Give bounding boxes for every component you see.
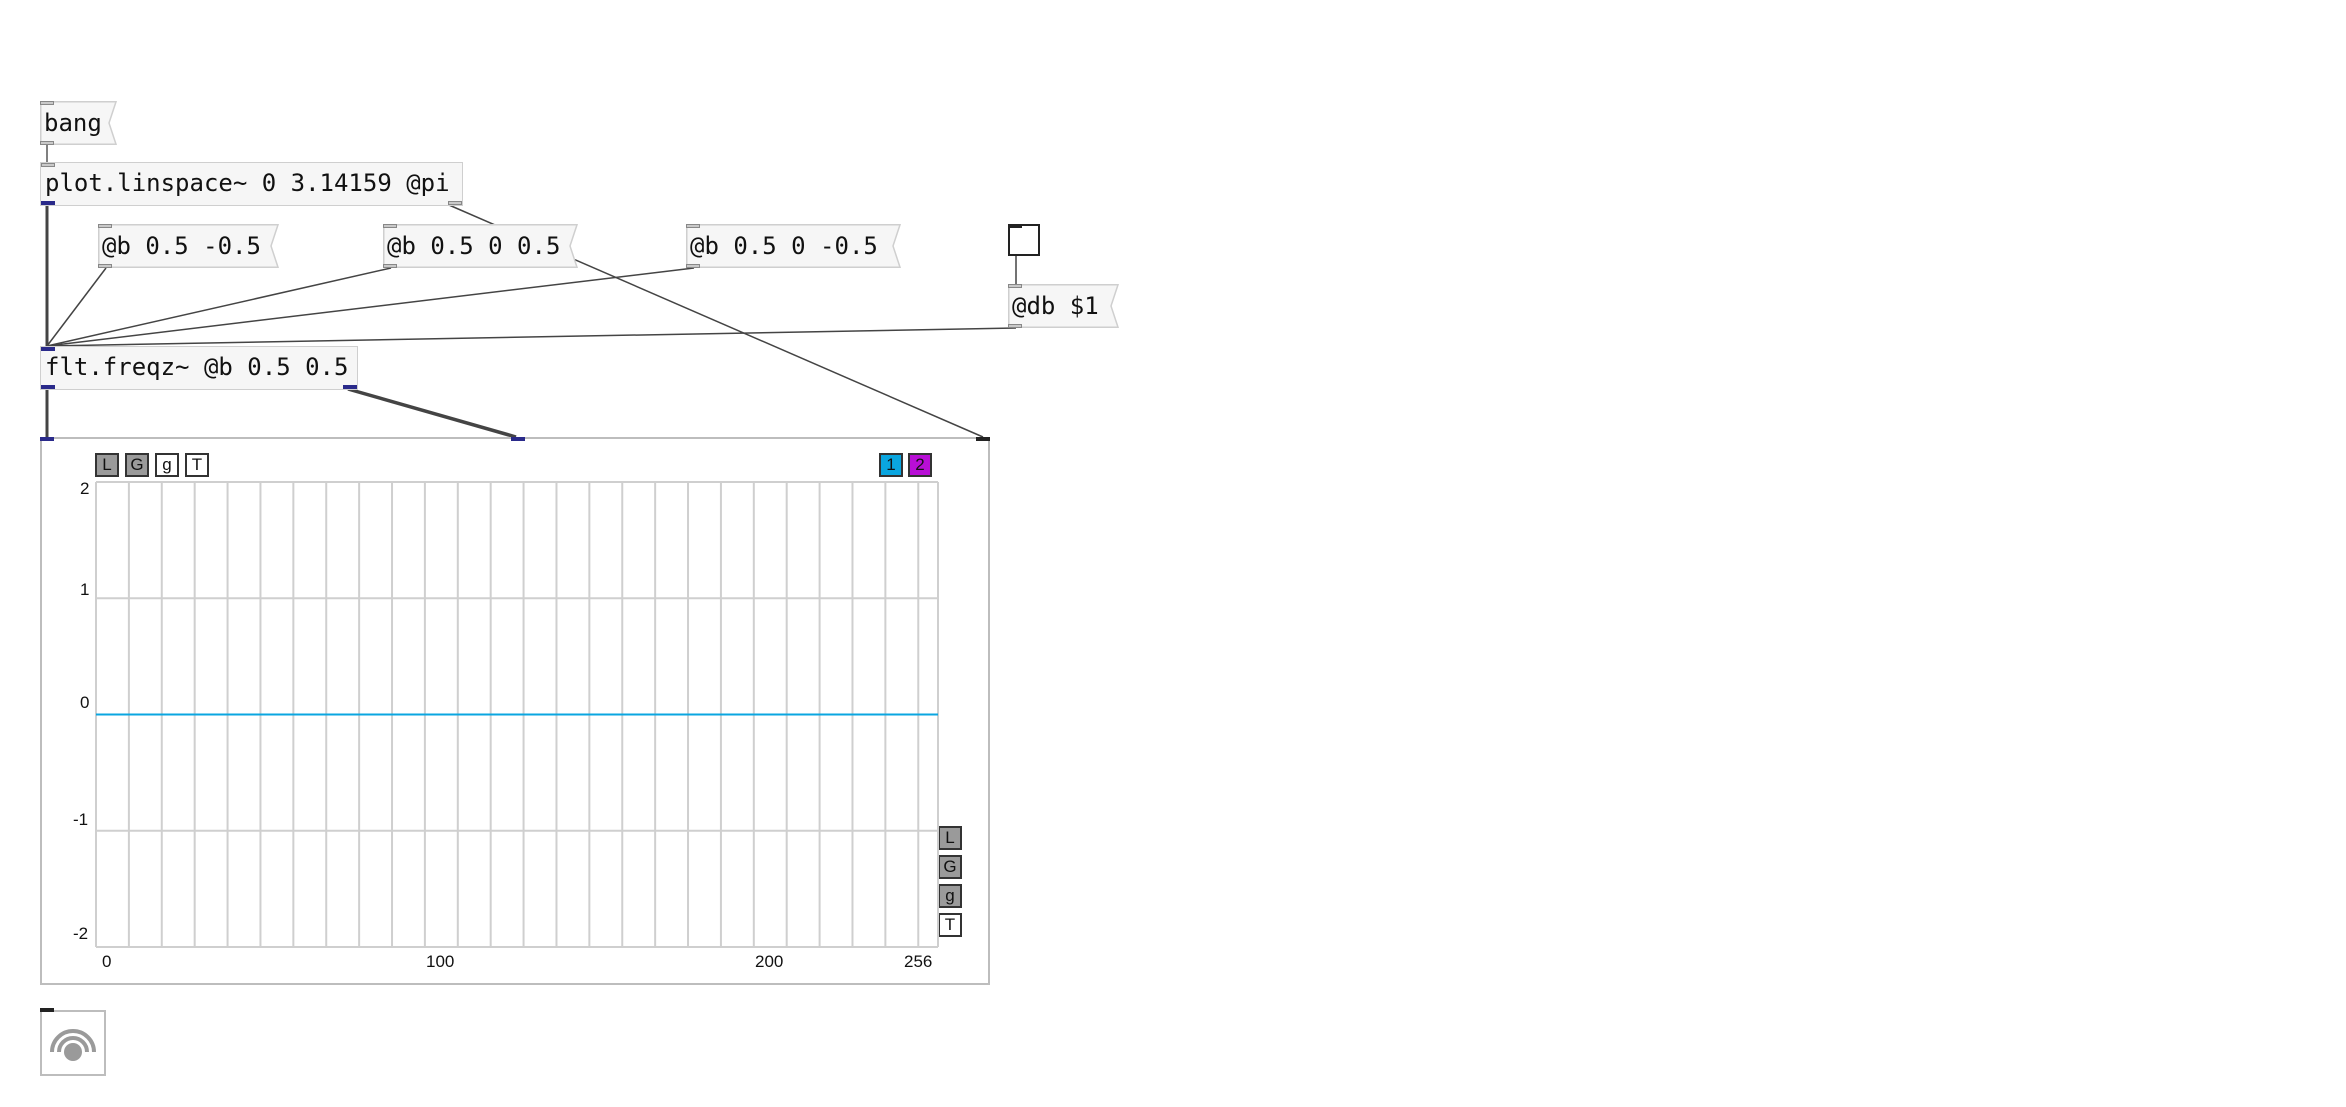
coef-message-3-label: @b 0.5 0 -0.5	[690, 232, 878, 260]
x-tick-label: 256	[904, 952, 933, 971]
cord-coef2-freqz	[46, 267, 392, 347]
cord-coef3-freqz	[46, 267, 695, 347]
channel-2-button[interactable]: 2	[908, 453, 932, 477]
channel-1-button[interactable]: 1	[879, 453, 903, 477]
speaker-object[interactable]	[40, 1008, 106, 1076]
y-tick-label: 0	[80, 693, 90, 712]
inlet[interactable]	[686, 224, 700, 228]
inlet[interactable]	[41, 163, 55, 167]
cord-freqz-plot-right	[347, 387, 517, 439]
freqz-object-label: flt.freqz~ @b 0.5 0.5	[45, 353, 349, 381]
inlet-3[interactable]	[976, 437, 990, 441]
outlet[interactable]	[383, 264, 397, 268]
coef-message-2[interactable]: @b 0.5 0 0.5	[383, 224, 579, 268]
x-tick-label: 100	[426, 952, 455, 971]
bang-message-label: bang	[44, 109, 102, 137]
y-tick-label: 1	[80, 580, 90, 599]
coef-message-1[interactable]: @b 0.5 -0.5	[98, 224, 280, 268]
inlet[interactable]	[40, 101, 54, 105]
signal-inlet-1[interactable]	[40, 437, 54, 441]
db-message[interactable]: @db $1	[1008, 284, 1120, 328]
x-tick-label: 200	[755, 952, 784, 971]
signal-outlet-left[interactable]	[41, 385, 55, 389]
plot-area	[95, 481, 939, 948]
toolbar-top-L-button[interactable]: L	[95, 453, 119, 477]
y-tick-label: -2	[73, 924, 89, 943]
outlet[interactable]	[448, 201, 462, 205]
toolbar-side-L-button[interactable]: L	[938, 826, 962, 850]
inlet[interactable]	[383, 224, 397, 228]
cord-db-freqz	[46, 327, 1017, 347]
toolbar-top-T-button[interactable]: T	[185, 453, 209, 477]
toolbar-top-g-button[interactable]: g	[155, 453, 179, 477]
speaker-icon	[50, 1029, 96, 1061]
y-tick-label: -1	[73, 810, 89, 829]
inlet[interactable]	[98, 224, 112, 228]
db-toggle[interactable]	[1008, 224, 1040, 256]
toolbar-side-g-button[interactable]: g	[938, 884, 962, 908]
outlet[interactable]	[1008, 324, 1022, 328]
linspace-object[interactable]: plot.linspace~ 0 3.14159 @pi	[40, 162, 463, 206]
signal-inlet-2[interactable]	[511, 437, 525, 441]
toolbar-side-G-button[interactable]: G	[938, 855, 962, 879]
inlet[interactable]	[1008, 284, 1022, 288]
y-tick-label: 2	[80, 479, 90, 498]
db-message-label: @db $1	[1012, 292, 1099, 320]
coef-message-1-label: @b 0.5 -0.5	[102, 232, 261, 260]
coef-message-2-label: @b 0.5 0 0.5	[387, 232, 561, 260]
outlet[interactable]	[40, 141, 54, 145]
outlet[interactable]	[98, 264, 112, 268]
signal-outlet[interactable]	[41, 201, 55, 205]
toolbar-side-T-button[interactable]: T	[938, 913, 962, 937]
signal-outlet-right[interactable]	[343, 385, 357, 389]
toolbar-top-G-button[interactable]: G	[125, 453, 149, 477]
bang-message[interactable]: bang	[40, 101, 118, 145]
plot-object[interactable]: L G g T 1 2 L G g T 2 1 0 -1 -2 0 100 20…	[40, 437, 990, 985]
coef-message-3[interactable]: @b 0.5 0 -0.5	[686, 224, 902, 268]
outlet[interactable]	[686, 264, 700, 268]
freqz-object[interactable]: flt.freqz~ @b 0.5 0.5	[40, 346, 358, 390]
linspace-object-label: plot.linspace~ 0 3.14159 @pi	[45, 169, 450, 197]
x-tick-label: 0	[102, 952, 112, 971]
signal-inlet[interactable]	[41, 347, 55, 351]
